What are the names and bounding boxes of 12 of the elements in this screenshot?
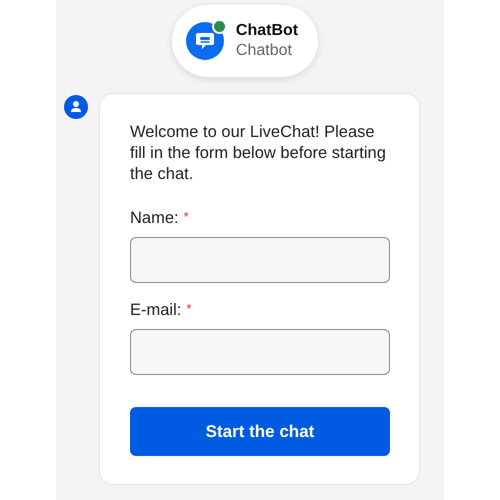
required-asterisk: * xyxy=(186,301,192,318)
user-avatar-icon xyxy=(64,95,88,119)
field-label: Name: xyxy=(130,209,179,228)
chatbot-subtitle: Chatbot xyxy=(236,42,293,60)
chat-bubble-icon xyxy=(194,31,215,51)
input-field[interactable] xyxy=(130,237,390,283)
required-asterisk: * xyxy=(184,209,189,226)
field-label: E-mail: xyxy=(130,301,182,320)
input-field[interactable] xyxy=(130,329,390,375)
start-chat-button[interactable]: Start the chat xyxy=(130,407,390,456)
chatbot-name: ChatBot xyxy=(236,22,298,40)
welcome-message: Welcome to our LiveChat! Please fill in the form below before starting the chat. xyxy=(130,122,387,185)
